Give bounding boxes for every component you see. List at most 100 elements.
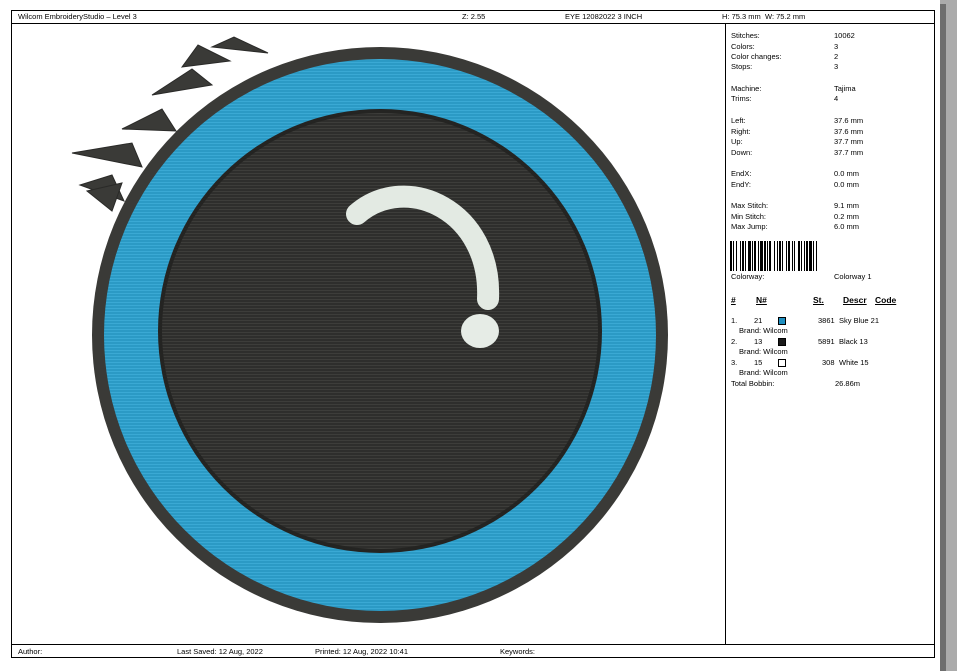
barcode-bar: [745, 241, 746, 271]
row-stitch-count: 5891: [818, 337, 835, 346]
barcode-bar: [786, 241, 787, 271]
row-stitch-count: 308: [822, 358, 835, 367]
barcode-bar: [813, 241, 814, 271]
row-stitch-count: 3861: [818, 316, 835, 325]
footer-last-saved: Last Saved: 12 Aug, 2022: [177, 647, 263, 656]
barcode-bar: [760, 241, 763, 271]
page-shadow: [940, 4, 946, 671]
barcode-bar: [752, 241, 753, 271]
thread-color-swatch: [778, 338, 786, 346]
col-header-descr: Descr: [843, 295, 867, 305]
barcode-bar: [754, 241, 756, 271]
row-description: Sky Blue 21: [839, 316, 880, 325]
barcode-bar: [758, 241, 759, 271]
barcode-bar: [740, 241, 741, 271]
thread-color-swatch: [778, 317, 786, 325]
barcode-bar: [736, 241, 737, 271]
info-label: EndY:: [731, 180, 752, 189]
barcode-bar: [794, 241, 795, 271]
col-header-index: #: [731, 295, 736, 305]
info-value: 37.7 mm: [834, 148, 864, 157]
barcode-bar: [801, 241, 802, 271]
colorway-label: Colorway:: [731, 272, 765, 281]
info-label: Up:: [731, 137, 743, 146]
barcode-bar: [764, 241, 766, 271]
info-value: 37.6 mm: [834, 127, 864, 136]
barcode-bar: [806, 241, 808, 271]
footer-keywords: Keywords:: [500, 647, 536, 656]
info-label: Stops:: [731, 62, 753, 71]
col-header-number: N#: [756, 295, 767, 305]
info-value: 6.0 mm: [834, 222, 860, 231]
info-label: Machine:: [731, 84, 762, 93]
info-value: 9.1 mm: [834, 201, 860, 210]
lash: [71, 142, 143, 168]
row-index: 1.: [731, 316, 738, 325]
info-value: 0.0 mm: [834, 169, 860, 178]
info-value: 2: [834, 52, 839, 61]
header-divider: [11, 23, 935, 24]
panel-divider: [725, 23, 726, 644]
app-title: Wilcom EmbroideryStudio – Level 3: [18, 12, 137, 21]
row-brand: Brand: Wilcom: [739, 368, 788, 377]
col-header-stitches: St.: [813, 295, 824, 305]
barcode-bar: [742, 241, 744, 271]
design-height: H: 75.3 mm: [722, 12, 761, 21]
footer-printed: Printed: 12 Aug, 2022 10:41: [315, 647, 408, 656]
row-index: 3.: [731, 358, 738, 367]
design-name: EYE 12082022 3 INCH: [565, 12, 643, 21]
info-label: Down:: [731, 148, 753, 157]
thread-color-swatch: [778, 359, 786, 367]
row-thread-number: 15: [754, 358, 763, 367]
lash: [210, 36, 269, 54]
info-label: Stitches:: [731, 31, 760, 40]
info-label: Color changes:: [731, 52, 782, 61]
info-value: 10062: [834, 31, 855, 40]
pupil: [162, 113, 598, 549]
highlight-dot: [461, 314, 499, 348]
info-label: Min Stitch:: [731, 212, 767, 221]
barcode-bar: [782, 241, 783, 271]
zoom-level: Z: 2.55: [462, 12, 486, 21]
info-label: Right:: [731, 127, 751, 136]
barcode-bar: [767, 241, 768, 271]
info-value: 37.7 mm: [834, 137, 864, 146]
footer-author: Author:: [18, 647, 43, 656]
info-label: Max Stitch:: [731, 201, 769, 210]
info-label: Colors:: [731, 42, 755, 51]
colorway-value: Colorway 1: [834, 272, 872, 281]
lash: [151, 68, 214, 96]
barcode-bar: [733, 241, 734, 271]
info-label: Left:: [731, 116, 746, 125]
info-value: 37.6 mm: [834, 116, 864, 125]
barcode-bar: [809, 241, 812, 271]
row-brand: Brand: Wilcom: [739, 347, 788, 356]
barcode: [730, 241, 817, 271]
barcode-bar: [792, 241, 793, 271]
barcode-bar: [730, 241, 732, 271]
barcode-bar: [779, 241, 781, 271]
info-value: 4: [834, 94, 839, 103]
row-thread-number: 13: [754, 337, 763, 346]
row-thread-number: 21: [754, 316, 763, 325]
total-bobbin-label: Total Bobbin:: [731, 379, 775, 388]
barcode-bar: [777, 241, 778, 271]
row-brand: Brand: Wilcom: [739, 326, 788, 335]
info-label: Max Jump:: [731, 222, 768, 231]
info-value: 3: [834, 42, 839, 51]
barcode-bar: [798, 241, 800, 271]
col-header-code: Code: [875, 295, 897, 305]
lash: [121, 108, 177, 132]
barcode-bar: [788, 241, 790, 271]
barcode-bar: [804, 241, 805, 271]
embroidery-design-preview: [71, 36, 668, 623]
info-value: Tajima: [834, 84, 856, 93]
row-description: Black 13: [839, 337, 868, 346]
barcode-bar: [748, 241, 751, 271]
total-bobbin-value: 26.86m: [835, 379, 861, 388]
barcode-bar: [774, 241, 775, 271]
barcode-bar: [769, 241, 771, 271]
row-description: White 15: [839, 358, 869, 367]
info-value: 0.0 mm: [834, 180, 860, 189]
footer-divider: [11, 644, 935, 645]
